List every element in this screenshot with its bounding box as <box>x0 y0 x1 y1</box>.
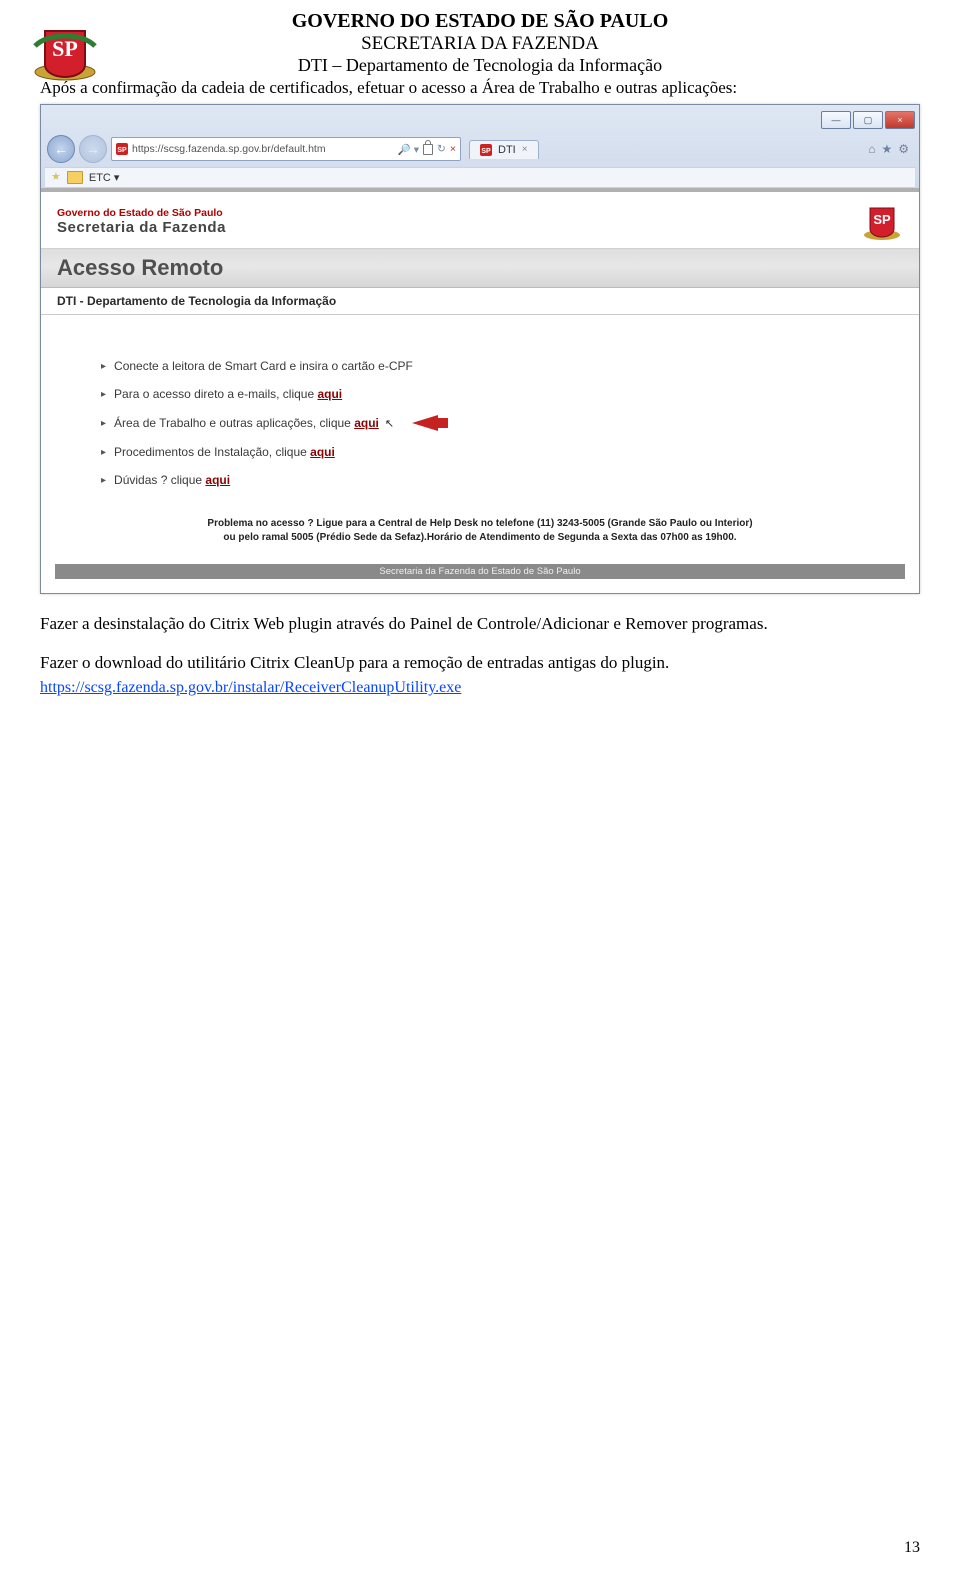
svg-text:SP: SP <box>481 148 491 155</box>
page-number: 13 <box>904 1539 920 1557</box>
tools-icon[interactable]: ⚙ <box>898 142 909 156</box>
svg-text:SP: SP <box>117 147 127 154</box>
bullet-icon: ▸ <box>101 389 106 400</box>
cleanup-utility-link[interactable]: https://scsg.fazenda.sp.gov.br/instalar/… <box>40 679 461 696</box>
portal-sub-banner: DTI - Departamento de Tecnologia da Info… <box>41 288 919 315</box>
bullet-icon: ▸ <box>101 361 106 372</box>
header-line2: SECRETARIA DA FAZENDA <box>40 33 920 55</box>
portal-item-area-trabalho: ▸ Área de Trabalho e outras aplicações, … <box>101 415 859 431</box>
portal-crest-icon: SP <box>861 200 903 242</box>
portal-item-duvidas: ▸ Dúvidas ? clique aqui <box>101 473 859 487</box>
window-minimize-button[interactable]: — <box>821 111 851 129</box>
tab-favicon: SP <box>480 144 492 156</box>
portal-footer: Secretaria da Fazenda do Estado de São P… <box>55 564 905 579</box>
portal-item-smartcard: ▸ Conecte a leitora de Smart Card e insi… <box>101 359 859 373</box>
portal-page: Governo do Estado de São Paulo Secretari… <box>41 188 919 593</box>
intro-paragraph: Após a confirmação da cadeia de certific… <box>40 78 920 98</box>
star-icon: ★ <box>51 172 61 183</box>
portal-gov-line: Governo do Estado de São Paulo <box>57 207 226 219</box>
nav-back-button[interactable]: ← <box>47 135 75 163</box>
folder-icon <box>67 171 83 184</box>
portal-item-procedimentos: ▸ Procedimentos de Instalação, clique aq… <box>101 445 859 459</box>
header-line1: GOVERNO DO ESTADO DE SÃO PAULO <box>40 10 920 33</box>
helpdesk-info: Problema no acesso ? Ligue para a Centra… <box>101 517 859 544</box>
lock-icon <box>423 144 433 155</box>
window-maximize-button[interactable]: ▢ <box>853 111 883 129</box>
search-dropdown-icon[interactable]: 🔎 ▾ <box>398 143 419 156</box>
svg-text:SP: SP <box>52 36 78 61</box>
cursor-icon: ↖ <box>385 417 394 430</box>
site-crest-icon: SP <box>116 143 128 155</box>
paragraph-download: Fazer o download do utilitário Citrix Cl… <box>40 653 920 673</box>
browser-tab[interactable]: SP DTI × <box>469 140 539 159</box>
svg-text:SP: SP <box>873 212 891 227</box>
browser-screenshot: — ▢ × ← → SP https://scsg.fazenda.sp.gov… <box>40 104 920 594</box>
favorites-icon[interactable]: ★ <box>881 142 892 156</box>
state-crest-icon: SP <box>30 16 100 86</box>
link-duvidas-aqui[interactable]: aqui <box>205 473 230 487</box>
nav-forward-button[interactable]: → <box>79 135 107 163</box>
bullet-icon: ▸ <box>101 418 106 429</box>
stop-icon[interactable]: × <box>450 143 456 155</box>
address-bar[interactable]: SP https://scsg.fazenda.sp.gov.br/defaul… <box>111 137 461 161</box>
refresh-icon[interactable]: ↻ <box>437 143 446 155</box>
bullet-icon: ▸ <box>101 475 106 486</box>
portal-sec-line: Secretaria da Fazenda <box>57 219 226 236</box>
portal-banner: Acesso Remoto <box>41 249 919 288</box>
document-header: SP GOVERNO DO ESTADO DE SÃO PAULO SECRET… <box>40 10 920 76</box>
home-icon[interactable]: ⌂ <box>868 142 875 156</box>
favorites-item[interactable]: ETC ▾ <box>89 171 120 184</box>
red-arrow-icon <box>412 415 438 431</box>
link-email-aqui[interactable]: aqui <box>317 387 342 401</box>
bullet-icon: ▸ <box>101 447 106 458</box>
tab-close-icon[interactable]: × <box>522 144 528 155</box>
header-line3: DTI – Departamento de Tecnologia da Info… <box>40 55 920 76</box>
url-text: https://scsg.fazenda.sp.gov.br/default.h… <box>132 143 326 155</box>
favorites-bar[interactable]: ★ ETC ▾ <box>45 167 915 188</box>
tab-title: DTI <box>498 144 516 156</box>
window-close-button[interactable]: × <box>885 111 915 129</box>
paragraph-desinstalacao: Fazer a desinstalação do Citrix Web plug… <box>40 614 920 634</box>
portal-item-email: ▸ Para o acesso direto a e-mails, clique… <box>101 387 859 401</box>
link-area-trabalho-aqui[interactable]: aqui <box>354 416 379 430</box>
link-procedimentos-aqui[interactable]: aqui <box>310 445 335 459</box>
